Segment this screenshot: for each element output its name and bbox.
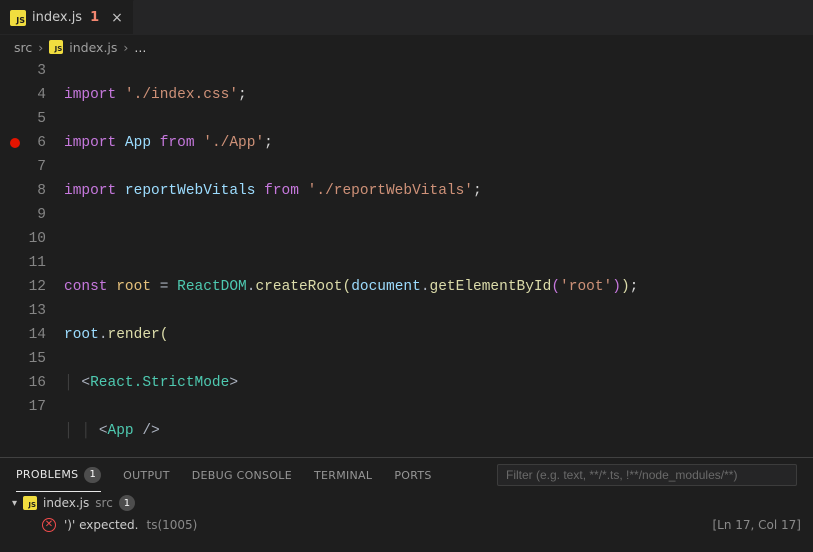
- problem-location: [Ln 17, Col 17]: [712, 518, 801, 532]
- error-icon: ✕: [42, 518, 56, 532]
- tab-label: index.js: [32, 10, 82, 25]
- code-area[interactable]: import './index.css'; import App from '.…: [64, 59, 813, 457]
- code-editor[interactable]: 3 4 5 6 7 8 9 10 11 12 13 14 15 16 17 im…: [0, 59, 813, 457]
- tab-index-js[interactable]: JS index.js 1 ×: [0, 0, 134, 34]
- editor-tabbar: JS index.js 1 ×: [0, 0, 813, 35]
- panel-tabs: Problems 1 Output Debug Console Terminal…: [0, 458, 813, 492]
- problems-filter-input[interactable]: [497, 464, 797, 486]
- close-icon[interactable]: ×: [111, 11, 123, 25]
- panel-tab-terminal[interactable]: Terminal: [314, 458, 372, 492]
- panel-tab-problems[interactable]: Problems 1: [16, 458, 101, 492]
- js-file-icon: JS: [49, 40, 63, 54]
- chevron-down-icon[interactable]: ▾: [12, 498, 17, 509]
- problem-code: ts(1005): [146, 518, 704, 532]
- problem-file-name: index.js: [43, 496, 89, 510]
- chevron-right-icon: ›: [38, 40, 43, 55]
- tab-dirty-indicator: 1: [90, 10, 99, 25]
- problems-list: ▾ JS index.js src 1 ✕ ')' expected. ts(1…: [0, 492, 813, 536]
- problem-message: ')' expected.: [64, 518, 138, 532]
- js-file-icon: JS: [10, 10, 26, 26]
- line-gutter: 3 4 5 6 7 8 9 10 11 12 13 14 15 16 17: [0, 59, 64, 457]
- breadcrumb[interactable]: src › JS index.js › ...: [0, 35, 813, 59]
- breadcrumb-folder[interactable]: src: [14, 40, 32, 55]
- panel-tab-output[interactable]: Output: [123, 458, 170, 492]
- problem-file-row[interactable]: ▾ JS index.js src 1: [12, 492, 801, 514]
- breakpoint-icon[interactable]: [10, 138, 20, 148]
- panel-tab-debug-console[interactable]: Debug Console: [192, 458, 292, 492]
- js-file-icon: JS: [23, 496, 37, 510]
- problems-count-badge: 1: [84, 467, 101, 483]
- breadcrumb-file[interactable]: index.js: [69, 40, 117, 55]
- panel-tab-ports[interactable]: Ports: [394, 458, 431, 492]
- file-problem-count-badge: 1: [119, 495, 135, 511]
- bottom-panel: Problems 1 Output Debug Console Terminal…: [0, 457, 813, 552]
- problem-file-path: src: [95, 496, 113, 510]
- chevron-right-icon: ›: [123, 40, 128, 55]
- problem-item[interactable]: ✕ ')' expected. ts(1005) [Ln 17, Col 17]: [12, 514, 801, 536]
- breadcrumb-symbol[interactable]: ...: [134, 40, 146, 55]
